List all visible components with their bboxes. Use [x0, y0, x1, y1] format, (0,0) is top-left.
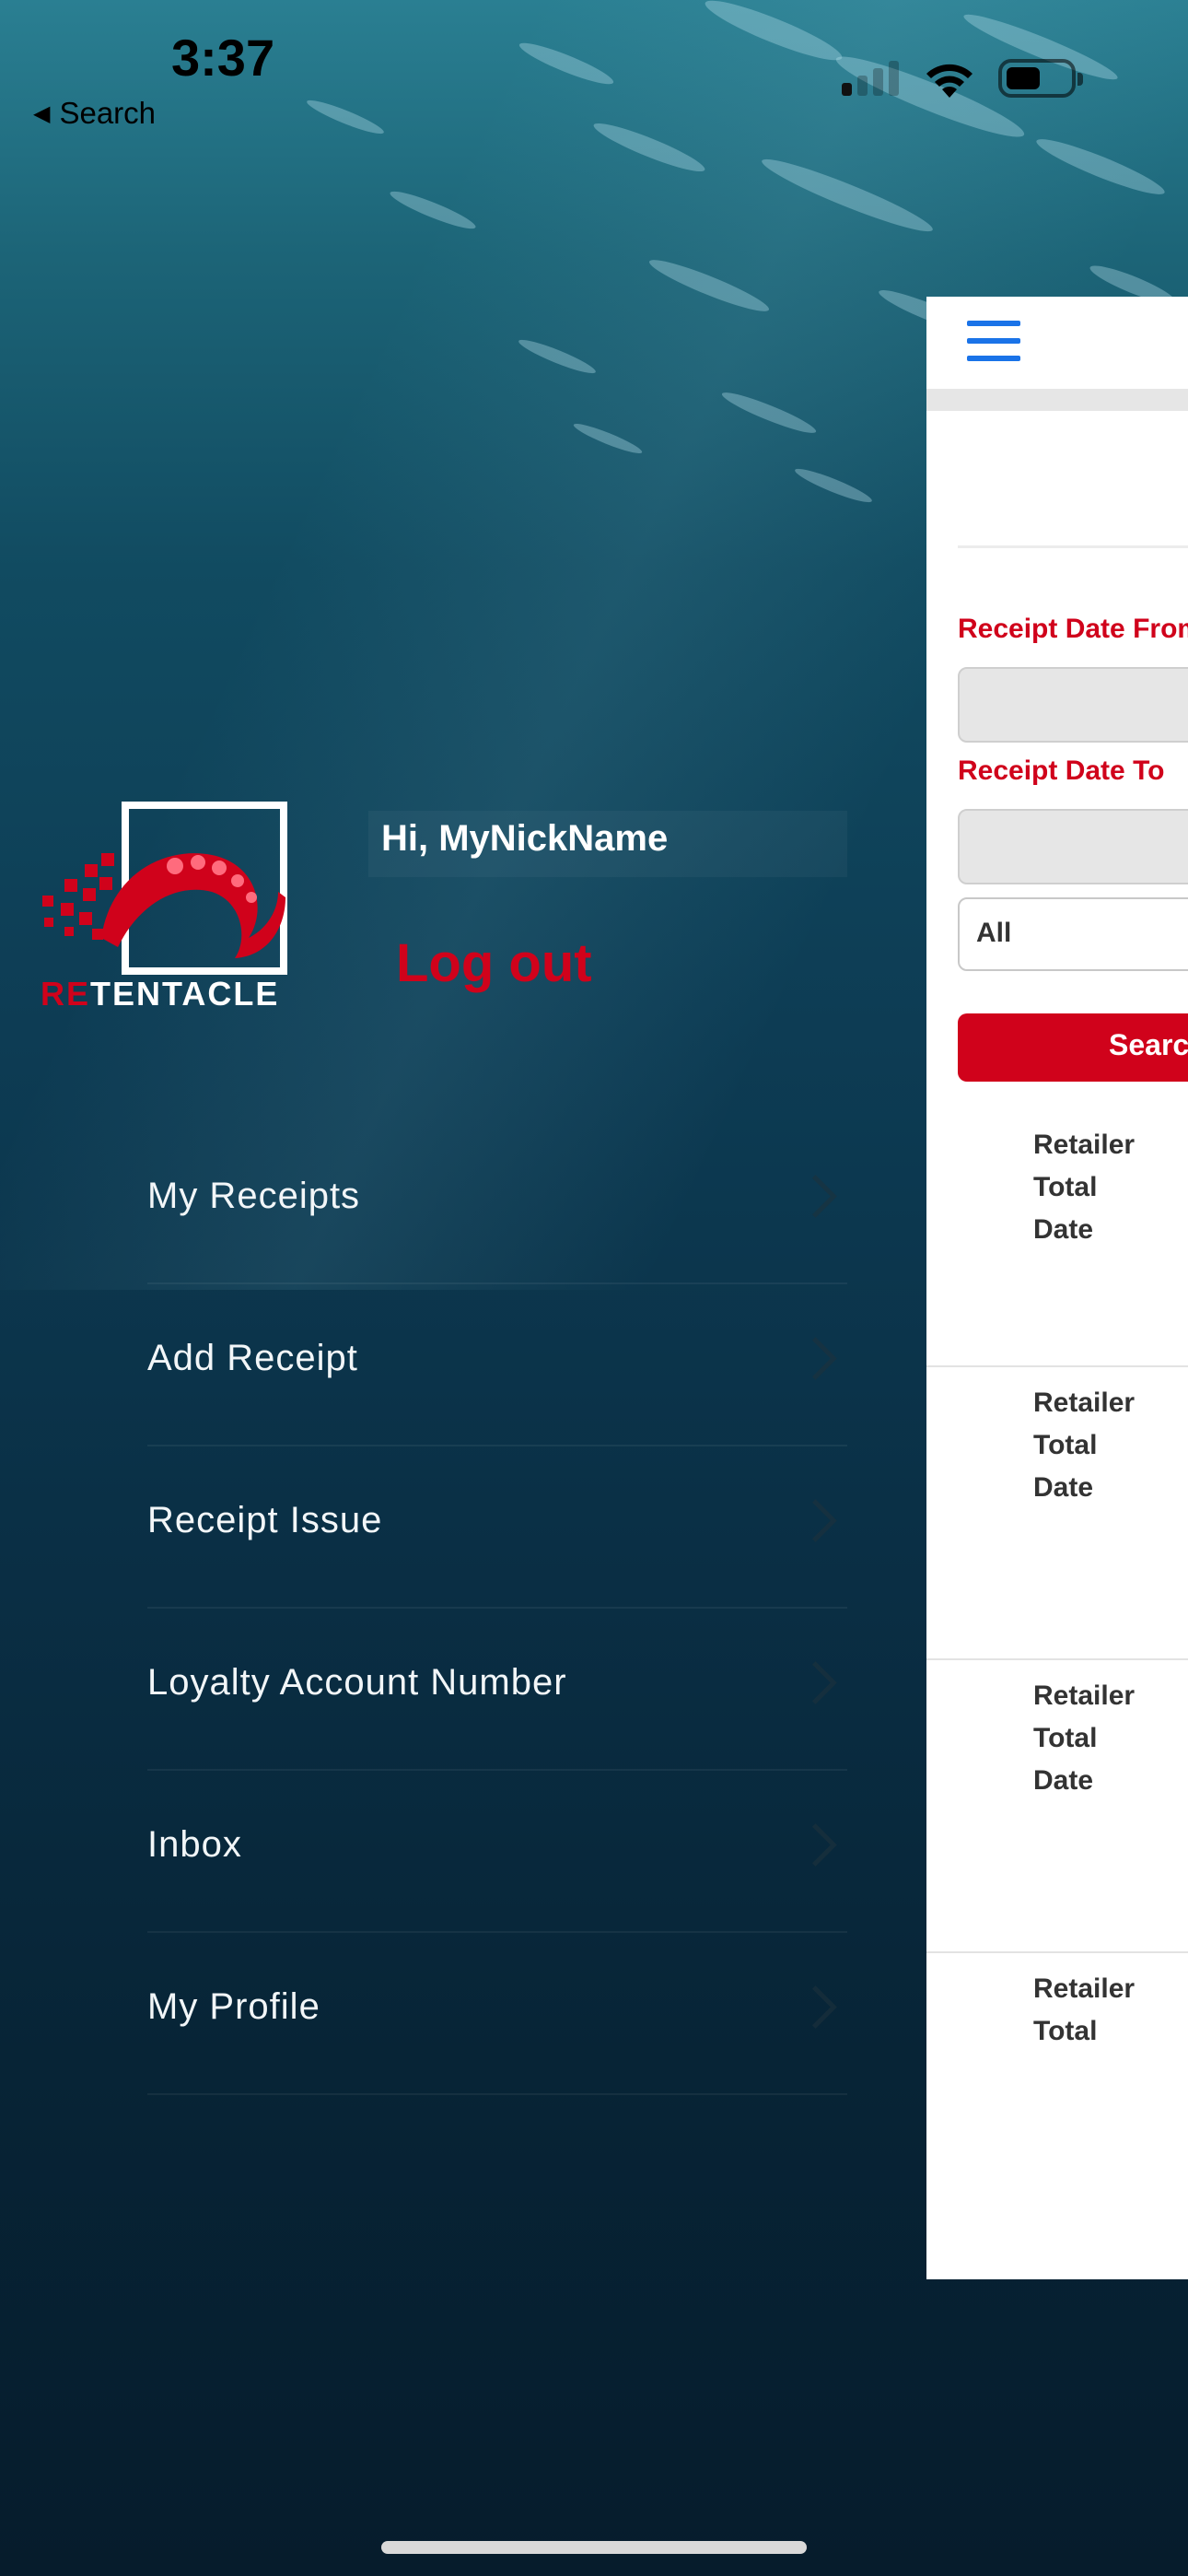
retailer-label: Retailer: [1033, 1388, 1136, 1418]
header-divider: [926, 389, 1188, 411]
retailer-label: Retailer: [1033, 1680, 1136, 1711]
chevron-right-icon: [794, 1174, 837, 1218]
status-time: 3:37: [171, 29, 275, 87]
receipt-card-3[interactable]: Retailer Total Date: [926, 1660, 1188, 1953]
receipt-date-from-input[interactable]: [958, 667, 1188, 743]
side-menu: My Receipts Add Receipt Receipt Issue Lo…: [147, 1122, 847, 2095]
hamburger-menu-icon[interactable]: [967, 321, 1020, 373]
back-to-search-link[interactable]: ◀ Search: [33, 96, 156, 131]
menu-item-label: My Profile: [147, 1985, 320, 2027]
receipt-card-1[interactable]: Retailer Total Date: [926, 1107, 1188, 1367]
total-label: Total: [1033, 2016, 1098, 2046]
chevron-right-icon: [794, 1660, 837, 1704]
main-content-panel[interactable]: Receipt Date From Receipt Date To All Se…: [926, 297, 1188, 2279]
user-greeting: Hi, MyNickName: [381, 818, 669, 859]
chevron-right-icon: [794, 1985, 837, 2029]
receipt-card-4[interactable]: Retailer Total: [926, 1953, 1188, 2279]
divider: [958, 545, 1188, 548]
menu-item-receipt-issue[interactable]: Receipt Issue: [147, 1446, 847, 1609]
total-label: Total: [1033, 1430, 1098, 1460]
receipt-card-2[interactable]: Retailer Total Date: [926, 1367, 1188, 1660]
battery-icon: [998, 59, 1083, 98]
logo-wordmark: RETENTACLE: [41, 975, 280, 1013]
receipt-date-to-input[interactable]: [958, 809, 1188, 884]
search-button[interactable]: Search: [958, 1013, 1188, 1082]
total-label: Total: [1033, 1723, 1098, 1753]
date-label: Date: [1033, 1214, 1094, 1245]
menu-item-label: Add Receipt: [147, 1337, 358, 1378]
back-label: Search: [59, 96, 157, 130]
cellular-signal-icon: [842, 61, 899, 96]
filter-select[interactable]: All: [958, 897, 1188, 971]
menu-item-label: Loyalty Account Number: [147, 1661, 567, 1703]
menu-item-label: Inbox: [147, 1823, 242, 1865]
menu-item-add-receipt[interactable]: Add Receipt: [147, 1284, 847, 1446]
menu-item-label: My Receipts: [147, 1175, 361, 1216]
wifi-icon: [926, 64, 973, 98]
logout-button[interactable]: Log out: [396, 932, 592, 994]
receipt-date-from-label: Receipt Date From: [958, 614, 1188, 644]
date-label: Date: [1033, 1765, 1094, 1796]
retailer-label: Retailer: [1033, 1130, 1136, 1160]
menu-item-label: Receipt Issue: [147, 1499, 383, 1540]
chevron-right-icon: [794, 1336, 837, 1380]
receipt-date-to-label: Receipt Date To: [958, 755, 1165, 786]
retailer-label: Retailer: [1033, 1973, 1136, 2004]
date-label: Date: [1033, 1472, 1094, 1503]
total-label: Total: [1033, 1172, 1098, 1202]
menu-item-my-profile[interactable]: My Profile: [147, 1933, 847, 2095]
menu-item-loyalty-account-number[interactable]: Loyalty Account Number: [147, 1609, 847, 1771]
back-arrow-icon: ◀: [33, 101, 51, 126]
home-indicator[interactable]: [381, 2541, 807, 2554]
menu-item-my-receipts[interactable]: My Receipts: [147, 1122, 847, 1284]
chevron-right-icon: [794, 1822, 837, 1867]
menu-item-inbox[interactable]: Inbox: [147, 1771, 847, 1933]
chevron-right-icon: [794, 1498, 837, 1542]
